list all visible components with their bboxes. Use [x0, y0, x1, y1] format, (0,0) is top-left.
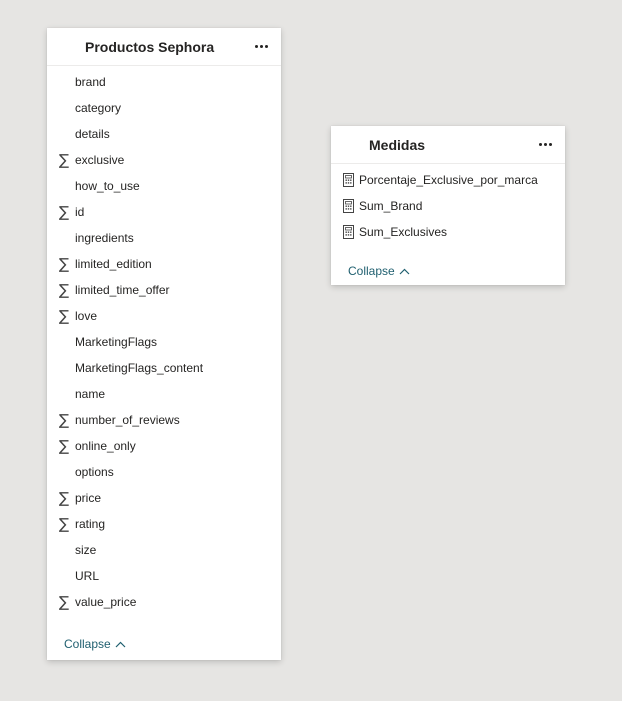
- table-card-medidas[interactable]: Medidas Porcentaje_Exclusive_por_marca Su…: [331, 126, 565, 285]
- field-item[interactable]: options: [47, 459, 281, 485]
- blank-icon-slot: [57, 459, 71, 485]
- sigma-icon: ∑: [58, 203, 70, 221]
- more-options-icon: [254, 44, 258, 48]
- field-label: number_of_reviews: [75, 413, 180, 427]
- field-label: price: [75, 491, 102, 505]
- blank-icon-slot: [57, 537, 71, 563]
- table-title: Medidas: [369, 137, 426, 153]
- field-label: love: [75, 309, 98, 323]
- field-label: limited_time_offer: [75, 283, 170, 297]
- sigma-icon: ∑: [58, 489, 70, 507]
- table-header[interactable]: Productos Sephora: [47, 28, 281, 66]
- collapse-label: Collapse: [348, 264, 395, 278]
- field-item[interactable]: Porcentaje_Exclusive_por_marca: [331, 167, 565, 193]
- collapse-button[interactable]: Collapse: [64, 637, 126, 651]
- calculator-icon: [341, 167, 355, 193]
- more-options-icon: [259, 44, 263, 48]
- field-item[interactable]: how_to_use: [47, 173, 281, 199]
- field-item[interactable]: MarketingFlags_content: [47, 355, 281, 381]
- sigma-icon: ∑: [58, 255, 70, 273]
- field-label: MarketingFlags_content: [75, 361, 204, 375]
- sigma-icon: ∑: [58, 515, 70, 533]
- blank-icon-slot: [57, 121, 71, 147]
- sigma-icon: ∑: [58, 307, 70, 325]
- field-item[interactable]: ingredients: [47, 225, 281, 251]
- collapse-button[interactable]: Collapse: [348, 264, 410, 278]
- field-label: Sum_Exclusives: [359, 225, 448, 239]
- field-label: ingredients: [75, 231, 134, 245]
- sigma-icon: ∑: [58, 437, 70, 455]
- field-label: online_only: [75, 439, 136, 453]
- more-options-icon: [548, 142, 552, 146]
- field-label: exclusive: [75, 153, 125, 167]
- field-list: Porcentaje_Exclusive_por_marca Sum_Brand S…: [331, 167, 565, 245]
- more-options-icon: [543, 142, 547, 146]
- field-item[interactable]: URL: [47, 563, 281, 589]
- blank-icon-slot: [57, 355, 71, 381]
- chevron-up-icon: [115, 641, 126, 648]
- field-item[interactable]: ∑ rating: [47, 511, 281, 537]
- field-label: Sum_Brand: [359, 199, 423, 213]
- table-card-productos-sephora[interactable]: Productos Sephora brand category details ∑ e…: [47, 28, 281, 660]
- field-item[interactable]: ∑ online_only: [47, 433, 281, 459]
- blank-icon-slot: [57, 329, 71, 355]
- field-label: Porcentaje_Exclusive_por_marca: [359, 173, 538, 187]
- field-label: value_price: [75, 595, 137, 609]
- calculator-icon: [341, 193, 355, 219]
- blank-icon-slot: [57, 173, 71, 199]
- field-item[interactable]: ∑ value_price: [47, 589, 281, 615]
- field-item[interactable]: Sum_Brand: [331, 193, 565, 219]
- field-item[interactable]: brand: [47, 69, 281, 95]
- more-options-button[interactable]: [534, 134, 556, 154]
- field-item[interactable]: details: [47, 121, 281, 147]
- field-item[interactable]: ∑ price: [47, 485, 281, 511]
- collapse-label: Collapse: [64, 637, 111, 651]
- sigma-icon: ∑: [58, 281, 70, 299]
- blank-icon-slot: [57, 563, 71, 589]
- field-item[interactable]: MarketingFlags: [47, 329, 281, 355]
- calculator-icon: [341, 219, 355, 245]
- chevron-up-icon: [399, 268, 410, 275]
- sigma-icon: ∑: [58, 411, 70, 429]
- field-item[interactable]: category: [47, 95, 281, 121]
- blank-icon-slot: [57, 381, 71, 407]
- more-options-button[interactable]: [250, 36, 272, 56]
- more-options-icon: [538, 142, 542, 146]
- field-list: brand category details ∑ exclusive how_to_use…: [47, 69, 281, 615]
- field-label: URL: [75, 569, 100, 583]
- blank-icon-slot: [57, 225, 71, 251]
- field-item[interactable]: ∑ love: [47, 303, 281, 329]
- field-label: name: [75, 387, 106, 401]
- blank-icon-slot: [57, 95, 71, 121]
- field-label: details: [75, 127, 110, 141]
- field-label: MarketingFlags: [75, 335, 158, 349]
- field-label: how_to_use: [75, 179, 140, 193]
- sigma-icon: ∑: [58, 593, 70, 611]
- field-item[interactable]: ∑ limited_edition: [47, 251, 281, 277]
- field-label: rating: [75, 517, 106, 531]
- field-label: size: [75, 543, 97, 557]
- blank-icon-slot: [57, 69, 71, 95]
- field-label: limited_edition: [75, 257, 152, 271]
- field-item[interactable]: ∑ number_of_reviews: [47, 407, 281, 433]
- field-item[interactable]: ∑ exclusive: [47, 147, 281, 173]
- field-item[interactable]: name: [47, 381, 281, 407]
- field-label: brand: [75, 75, 106, 89]
- more-options-icon: [264, 44, 268, 48]
- field-label: options: [75, 465, 114, 479]
- field-label: id: [75, 205, 85, 219]
- field-item[interactable]: ∑ limited_time_offer: [47, 277, 281, 303]
- sigma-icon: ∑: [58, 151, 70, 169]
- field-item[interactable]: size: [47, 537, 281, 563]
- table-title: Productos Sephora: [85, 39, 215, 55]
- field-label: category: [75, 101, 122, 115]
- field-item[interactable]: Sum_Exclusives: [331, 219, 565, 245]
- table-header[interactable]: Medidas: [331, 126, 565, 164]
- field-item[interactable]: ∑ id: [47, 199, 281, 225]
